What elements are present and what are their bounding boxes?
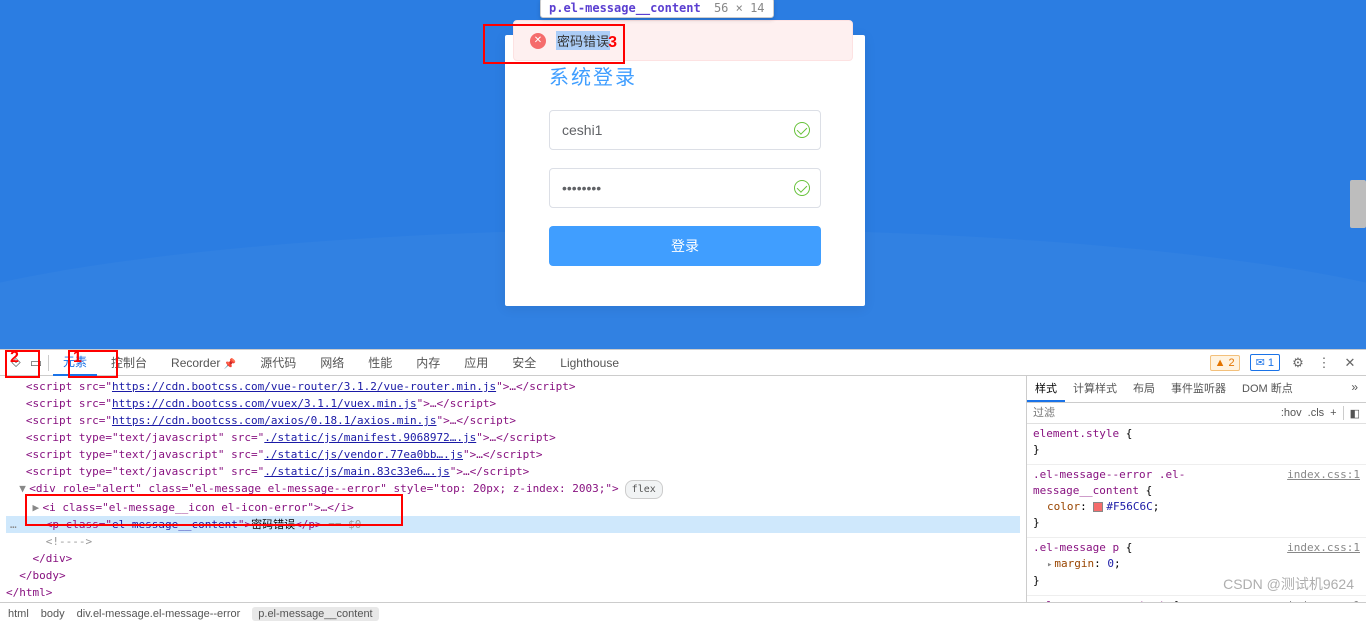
tab-network[interactable]: 网络 xyxy=(310,350,354,375)
tooltip-selector: p.el-message__content xyxy=(549,1,701,15)
tab-lighthouse[interactable]: Lighthouse xyxy=(550,352,629,374)
password-input[interactable]: •••••••• xyxy=(549,168,821,208)
login-button[interactable]: 登录 xyxy=(549,226,821,266)
tab-security[interactable]: 安全 xyxy=(502,350,546,375)
tab-console[interactable]: 控制台 xyxy=(101,350,157,375)
styles-filter-input[interactable] xyxy=(1027,403,1275,423)
tab-sources[interactable]: 源代码 xyxy=(250,350,306,375)
style-rule[interactable]: index.css:1 .el-message--error .el-messa… xyxy=(1027,465,1366,538)
dom-breakpoints-tab[interactable]: DOM 断点 xyxy=(1234,376,1301,402)
inspect-icon[interactable]: ⟐ xyxy=(8,355,24,371)
devtools: ⟐ ▭ 元素 控制台 Recorder 📌 源代码 网络 性能 内存 应用 安全… xyxy=(0,349,1366,624)
more-icon[interactable]: ⋮ xyxy=(1316,355,1332,371)
tab-performance[interactable]: 性能 xyxy=(358,350,402,375)
dom-tree[interactable]: <script src="https://cdn.bootcss.com/vue… xyxy=(0,376,1026,602)
error-message-text: 密码错误 xyxy=(556,31,610,50)
username-input[interactable]: ceshi1 xyxy=(549,110,821,150)
computed-tab[interactable]: 计算样式 xyxy=(1065,376,1125,402)
inspector-tooltip: p.el-message__content 56 × 14 xyxy=(540,0,774,18)
styles-pane: 样式 计算样式 布局 事件监听器 DOM 断点 » :hov .cls + ◧ … xyxy=(1026,376,1366,602)
styles-more-icon[interactable]: » xyxy=(1343,376,1366,402)
tab-recorder[interactable]: Recorder 📌 xyxy=(161,352,246,374)
login-card: 系统登录 ceshi1 •••••••• 登录 xyxy=(505,35,865,306)
hov-toggle[interactable]: :hov xyxy=(1281,407,1302,419)
styles-pane-toggle-icon[interactable]: ◧ xyxy=(1350,407,1360,420)
styles-tab[interactable]: 样式 xyxy=(1027,376,1065,402)
check-icon xyxy=(794,122,810,138)
breadcrumbs[interactable]: html body div.el-message.el-message--err… xyxy=(0,602,1366,624)
close-icon[interactable]: ✕ xyxy=(1342,355,1358,371)
messages-badge[interactable]: ✉ 1 xyxy=(1250,354,1280,371)
error-message-toast: ✕ 密码错误 xyxy=(513,20,853,61)
tab-elements[interactable]: 元素 xyxy=(53,349,97,376)
check-icon xyxy=(794,180,810,196)
selected-dom-node: … <p class="el-message__content">密码错误</p… xyxy=(6,516,1020,533)
layout-tab[interactable]: 布局 xyxy=(1125,376,1163,402)
tab-memory[interactable]: 内存 xyxy=(406,350,450,375)
warnings-badge[interactable]: ▲ 2 xyxy=(1210,355,1240,371)
login-title: 系统登录 xyxy=(549,61,865,90)
cls-toggle[interactable]: .cls xyxy=(1308,407,1325,419)
tab-application[interactable]: 应用 xyxy=(454,350,498,375)
app-viewport: p.el-message__content 56 × 14 ✕ 密码错误 系统登… xyxy=(0,0,1366,349)
devtools-tabs: ⟐ ▭ 元素 控制台 Recorder 📌 源代码 网络 性能 内存 应用 安全… xyxy=(0,350,1366,376)
device-toggle-icon[interactable]: ▭ xyxy=(28,355,44,371)
add-rule-icon[interactable]: + xyxy=(1330,407,1336,419)
tooltip-dimensions: 56 × 14 xyxy=(714,1,765,15)
listeners-tab[interactable]: 事件监听器 xyxy=(1163,376,1234,402)
watermark: CSDN @测试机9624 xyxy=(1223,574,1354,594)
gear-icon[interactable]: ⚙ xyxy=(1290,355,1306,371)
style-rule[interactable]: element.style {} xyxy=(1027,424,1366,465)
error-icon: ✕ xyxy=(530,33,546,49)
scrollbar-thumb[interactable] xyxy=(1350,180,1366,228)
